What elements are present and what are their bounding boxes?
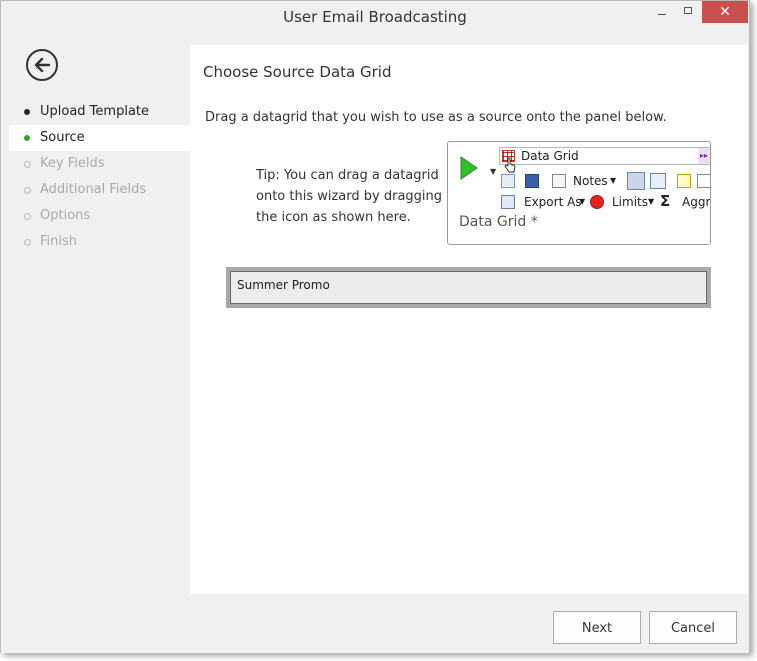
limits-dropdown-icon: ▼ bbox=[648, 197, 655, 206]
sigma-icon: Σ bbox=[660, 192, 671, 210]
cancel-button[interactable]: Cancel bbox=[649, 611, 737, 644]
aggregate-label: Aggr bbox=[682, 195, 711, 209]
step-pending-dot-icon bbox=[24, 187, 31, 194]
step-label: Options bbox=[40, 208, 91, 223]
next-button[interactable]: Next bbox=[553, 611, 641, 644]
page-title: Choose Source Data Grid bbox=[203, 63, 392, 81]
step-label: Finish bbox=[40, 234, 78, 249]
overflow-icon: ▸▸ bbox=[698, 148, 710, 164]
back-button[interactable] bbox=[26, 49, 58, 81]
datagrid-label: Data Grid bbox=[521, 149, 579, 163]
close-button[interactable]: ✕ bbox=[702, 1, 748, 23]
step-active-dot-icon bbox=[24, 135, 30, 141]
play-icon bbox=[460, 156, 478, 180]
step-pending-dot-icon bbox=[24, 239, 31, 246]
hand-cursor-icon bbox=[504, 157, 516, 173]
minimize-icon bbox=[658, 14, 666, 15]
minimize-button[interactable] bbox=[649, 1, 675, 23]
step-key-fields: Key Fields bbox=[9, 151, 190, 177]
selected-source-name: Summer Promo bbox=[237, 278, 330, 292]
step-upload-template[interactable]: Upload Template bbox=[9, 99, 190, 125]
export-label: Export As bbox=[524, 195, 582, 209]
button-bar: Next Cancel bbox=[1, 595, 749, 653]
maximize-button[interactable] bbox=[675, 1, 703, 23]
step-label: Additional Fields bbox=[40, 182, 147, 197]
preview-grid-title: Data Grid * bbox=[459, 214, 538, 230]
notes-label: Notes bbox=[573, 174, 608, 188]
content-panel: Choose Source Data Grid Drag a datagrid … bbox=[190, 45, 748, 594]
step-label: Source bbox=[40, 130, 85, 145]
notes-dropdown-icon: ▼ bbox=[610, 176, 617, 185]
datagrid-drop-panel[interactable]: Summer Promo bbox=[226, 267, 711, 308]
maximize-icon bbox=[684, 7, 692, 14]
datagrid-preview-image: ▼ Data Grid ▸▸ Notes ▼ Export As ▼ Limit… bbox=[447, 141, 711, 245]
stop-icon bbox=[590, 195, 604, 209]
add-column-icon bbox=[677, 174, 691, 188]
wizard-sidebar: Upload Template Source Key Fields Additi… bbox=[9, 45, 190, 594]
step-list: Upload Template Source Key Fields Additi… bbox=[9, 99, 190, 255]
dropdown-arrow-icon: ▼ bbox=[490, 167, 497, 176]
tip-text: Tip: You can drag a datagrid onto this w… bbox=[256, 168, 443, 225]
step-options: Options bbox=[9, 203, 190, 229]
remove-column-icon bbox=[697, 174, 710, 188]
connect-icon bbox=[501, 174, 515, 188]
step-label: Upload Template bbox=[40, 104, 150, 119]
arrow-left-icon bbox=[34, 57, 51, 73]
step-label: Key Fields bbox=[40, 156, 105, 171]
step-additional-fields: Additional Fields bbox=[9, 177, 190, 203]
datagrid-drag-handle: Data Grid ▸▸ bbox=[499, 147, 710, 165]
save-icon bbox=[525, 174, 539, 188]
instruction-text: Drag a datagrid that you wish to use as … bbox=[205, 110, 667, 125]
close-icon: ✕ bbox=[719, 4, 731, 20]
step-finish: Finish bbox=[9, 229, 190, 255]
notes-icon bbox=[552, 174, 566, 188]
export-dropdown-icon: ▼ bbox=[579, 197, 586, 206]
filter-icon bbox=[627, 172, 645, 190]
step-pending-dot-icon bbox=[24, 161, 31, 168]
find-icon bbox=[650, 173, 666, 189]
window-title: User Email Broadcasting bbox=[283, 8, 467, 26]
limits-label: Limits bbox=[612, 195, 648, 209]
step-source[interactable]: Source bbox=[9, 125, 190, 151]
title-bar: User Email Broadcasting ✕ bbox=[1, 1, 749, 34]
step-done-dot-icon bbox=[24, 109, 30, 115]
export-icon bbox=[501, 195, 515, 209]
step-pending-dot-icon bbox=[24, 213, 31, 220]
wizard-window: User Email Broadcasting ✕ Upload Templat… bbox=[0, 0, 750, 653]
